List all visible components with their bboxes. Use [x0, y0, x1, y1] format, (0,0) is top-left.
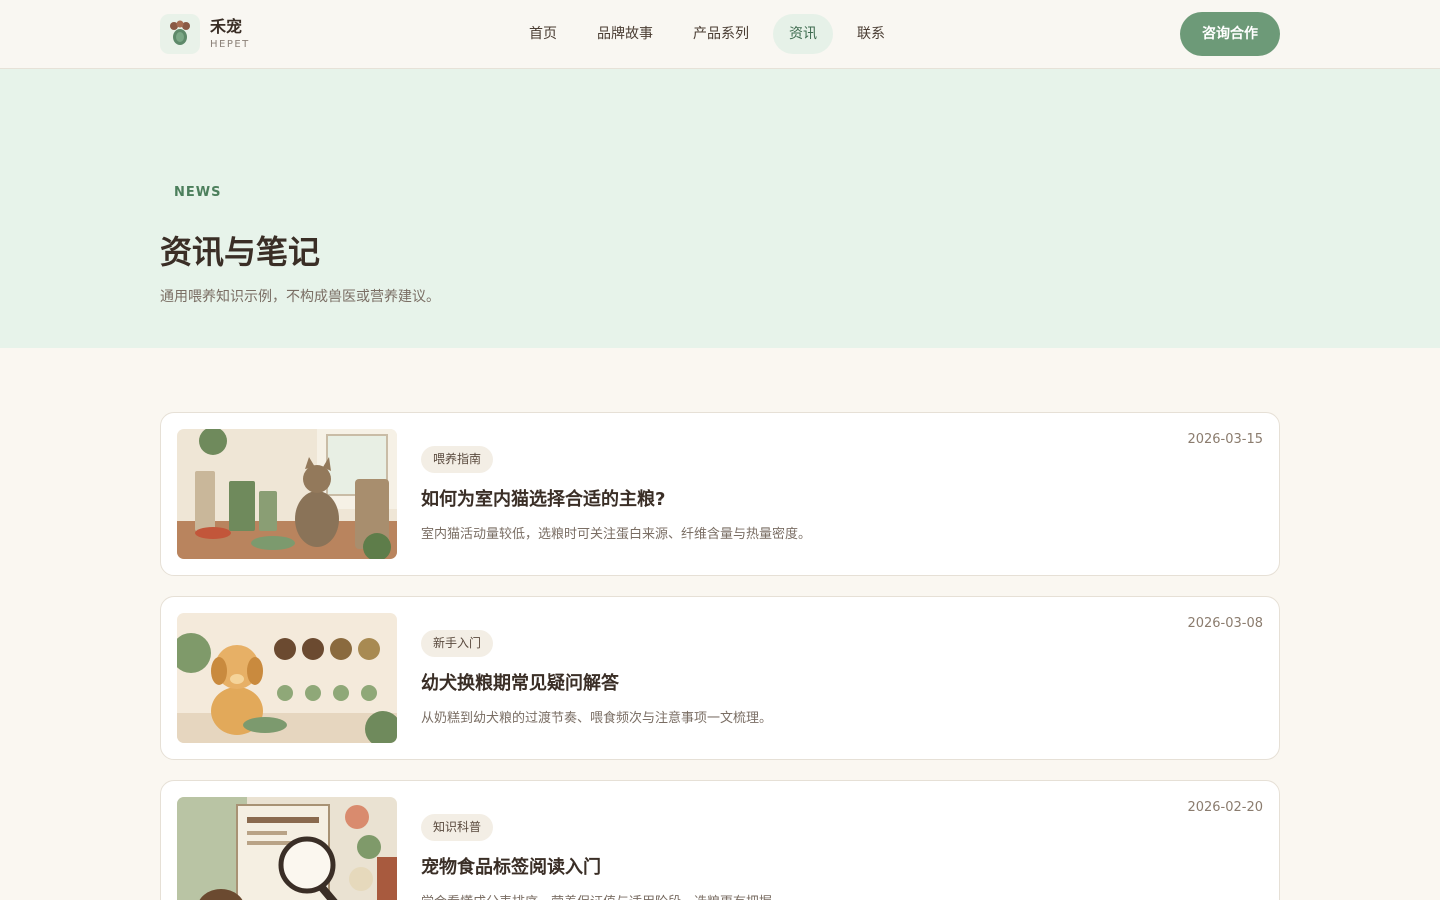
- article-title[interactable]: 宠物食品标签阅读入门: [421, 853, 601, 879]
- paw-icon: [160, 14, 200, 54]
- article-card[interactable]: 新手入门 幼犬换粮期常见疑问解答 从奶糕到幼犬粮的过渡节奏、喂食频次与注意事项一…: [160, 596, 1280, 760]
- page-subtitle: 通用喂养知识示例，不构成兽医或营养建议。: [160, 289, 440, 305]
- nav-item-news[interactable]: 资讯: [773, 14, 833, 54]
- brand-name-en: HEPET: [210, 38, 250, 50]
- article-date: 2026-02-20: [1187, 800, 1263, 815]
- section-eyebrow: NEWS: [174, 185, 222, 200]
- article-card[interactable]: 知识科普 宠物食品标签阅读入门 学会看懂成分表排序、营养保证值与适用阶段，选粮更…: [160, 780, 1280, 900]
- nav-item-brand-story[interactable]: 品牌故事: [581, 14, 669, 54]
- article-excerpt: 学会看懂成分表排序、营养保证值与适用阶段，选粮更有把握。: [421, 891, 785, 900]
- article-date: 2026-03-15: [1187, 432, 1263, 447]
- article-date: 2026-03-08: [1187, 616, 1263, 631]
- brand-name: 禾宠: [210, 16, 243, 36]
- article-thumbnail-label[interactable]: [177, 797, 397, 900]
- article-tag[interactable]: 喂养指南: [421, 446, 494, 473]
- article-title[interactable]: 幼犬换粮期常见疑问解答: [421, 669, 619, 695]
- main-nav: 首页 品牌故事 产品系列 资讯 联系: [513, 14, 909, 54]
- article-thumbnail-puppy[interactable]: [177, 613, 397, 743]
- article-excerpt: 室内猫活动量较低，选粮时可关注蛋白来源、纤维含量与热量密度。: [421, 527, 812, 542]
- consult-button[interactable]: 咨询合作: [1180, 12, 1280, 56]
- page-hero: NEWS 资讯与笔记 通用喂养知识示例，不构成兽医或营养建议。: [0, 69, 1440, 348]
- site-header: 禾宠 HEPET 首页 品牌故事 产品系列 资讯 联系 咨询合作: [0, 0, 1440, 69]
- page-title: 资讯与笔记: [160, 233, 321, 271]
- article-title[interactable]: 如何为室内猫选择合适的主粮?: [421, 485, 665, 511]
- article-tag[interactable]: 新手入门: [421, 630, 494, 657]
- nav-item-products[interactable]: 产品系列: [677, 14, 765, 54]
- nav-item-home[interactable]: 首页: [513, 14, 573, 54]
- article-thumbnail-cat[interactable]: [177, 429, 397, 559]
- article-card[interactable]: 喂养指南 如何为室内猫选择合适的主粮? 室内猫活动量较低，选粮时可关注蛋白来源、…: [160, 412, 1280, 576]
- article-tag[interactable]: 知识科普: [421, 814, 494, 841]
- brand-logo[interactable]: 禾宠 HEPET: [160, 13, 250, 55]
- nav-item-contact[interactable]: 联系: [841, 14, 901, 54]
- article-excerpt: 从奶糕到幼犬粮的过渡节奏、喂食频次与注意事项一文梳理。: [421, 711, 773, 726]
